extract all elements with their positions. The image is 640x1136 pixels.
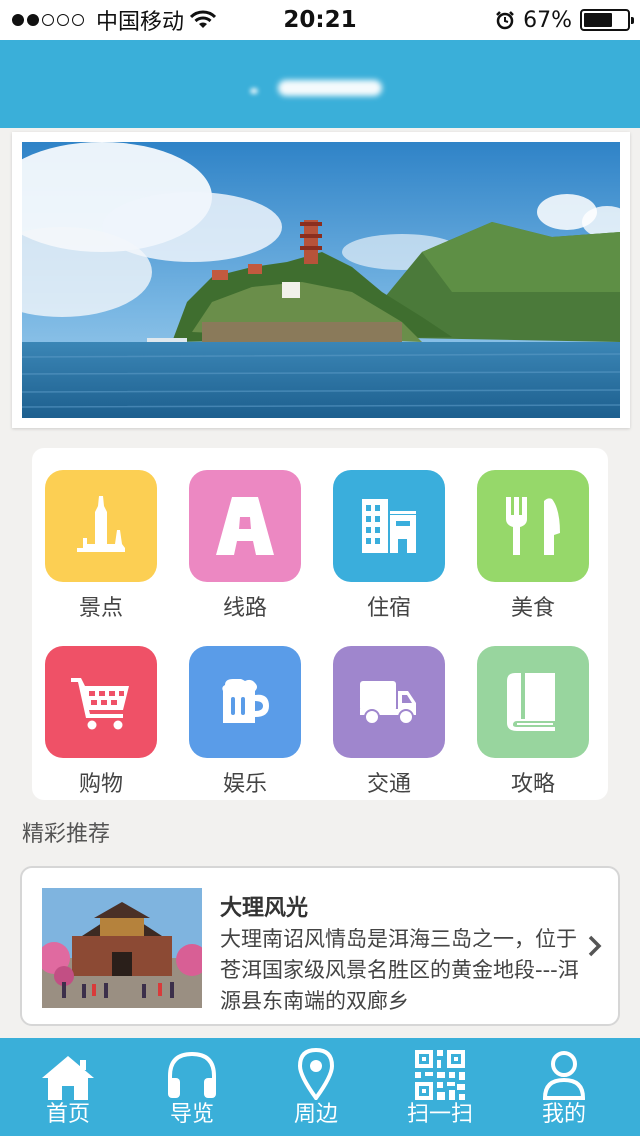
recommend-description: 大理南诏风情岛是洱海三岛之一，位于苍洱国家级风景名胜区的黄金地段---洱源县东南… bbox=[220, 927, 579, 1013]
category-label: 美食 bbox=[510, 596, 555, 621]
tab-label: 扫一扫 bbox=[406, 1102, 473, 1127]
beer-icon bbox=[222, 679, 269, 723]
category-item-transport[interactable]: 交通 bbox=[332, 646, 446, 798]
category-item-shopping[interactable]: 购物 bbox=[44, 646, 158, 798]
category-grid: 景点 线路 住宿 美食 购物 娱乐 交通 攻略 bbox=[32, 448, 608, 800]
page-title-obscured bbox=[278, 80, 382, 96]
category-label: 线路 bbox=[222, 596, 267, 621]
tab-label: 首页 bbox=[45, 1102, 90, 1127]
battery-percent: 67% bbox=[523, 7, 572, 33]
category-item-hotel[interactable]: 住宿 bbox=[332, 470, 446, 622]
fork-knife-icon bbox=[506, 497, 560, 555]
tab-profile[interactable]: 我的 bbox=[509, 1038, 619, 1136]
category-item-food[interactable]: 美食 bbox=[476, 470, 590, 622]
section-title: 精彩推荐 bbox=[22, 822, 111, 847]
category-label: 娱乐 bbox=[222, 772, 267, 797]
category-label: 住宿 bbox=[366, 596, 411, 621]
tab-label: 导览 bbox=[169, 1102, 214, 1127]
recommend-title: 大理风光 bbox=[220, 896, 309, 921]
category-tile[interactable] bbox=[45, 646, 157, 758]
recommend-card[interactable]: 大理风光 大理南诏风情岛是洱海三岛之一，位于苍洱国家级风景名胜区的黄金地段---… bbox=[20, 866, 620, 1026]
recommend-thumbnail bbox=[42, 888, 202, 1008]
category-item-route[interactable]: 线路 bbox=[188, 470, 302, 622]
alarm-clock-icon bbox=[496, 11, 514, 30]
qr-code-icon bbox=[415, 1050, 465, 1100]
home-icon bbox=[42, 1056, 94, 1100]
category-tile[interactable] bbox=[189, 646, 301, 758]
chevron-right-icon bbox=[588, 935, 602, 957]
user-icon bbox=[543, 1051, 585, 1100]
category-item-guide[interactable]: 攻略 bbox=[476, 646, 590, 798]
category-tile[interactable] bbox=[333, 470, 445, 582]
location-pin-icon bbox=[298, 1048, 334, 1100]
battery-level bbox=[584, 13, 613, 27]
category-tile[interactable] bbox=[189, 470, 301, 582]
category-tile[interactable] bbox=[333, 646, 445, 758]
landmark-icon bbox=[77, 496, 125, 552]
book-icon bbox=[507, 673, 555, 731]
road-icon bbox=[216, 497, 274, 555]
tab-label: 周边 bbox=[293, 1102, 338, 1127]
category-item-entertainment[interactable]: 娱乐 bbox=[188, 646, 302, 798]
title-obscured-mark bbox=[250, 88, 258, 94]
tab-nearby[interactable]: 周边 bbox=[261, 1038, 371, 1136]
category-label: 景点 bbox=[78, 596, 123, 621]
app-header bbox=[0, 40, 640, 128]
category-tile[interactable] bbox=[477, 646, 589, 758]
category-label: 攻略 bbox=[510, 772, 555, 797]
banner-image bbox=[22, 142, 620, 418]
tab-scan[interactable]: 扫一扫 bbox=[385, 1038, 495, 1136]
bottom-tab-bar: 首页 导览 周边 扫一扫 我的 bbox=[0, 1038, 640, 1136]
category-tile[interactable] bbox=[45, 470, 157, 582]
category-label: 交通 bbox=[366, 772, 411, 797]
tab-audio-guide[interactable]: 导览 bbox=[137, 1038, 247, 1136]
hotel-icon bbox=[362, 499, 416, 553]
headphones-icon bbox=[168, 1051, 216, 1098]
category-tile[interactable] bbox=[477, 470, 589, 582]
tab-home[interactable]: 首页 bbox=[13, 1038, 123, 1136]
battery-icon bbox=[580, 9, 634, 31]
status-bar: 中国移动 20:21 67% bbox=[0, 0, 640, 40]
tab-label: 我的 bbox=[541, 1102, 586, 1127]
banner-carousel[interactable] bbox=[12, 132, 630, 428]
status-right: 67% bbox=[495, 0, 634, 40]
truck-icon bbox=[360, 681, 416, 725]
cart-icon bbox=[71, 678, 129, 730]
category-item-scenic[interactable]: 景点 bbox=[44, 470, 158, 622]
category-label: 购物 bbox=[78, 772, 123, 797]
